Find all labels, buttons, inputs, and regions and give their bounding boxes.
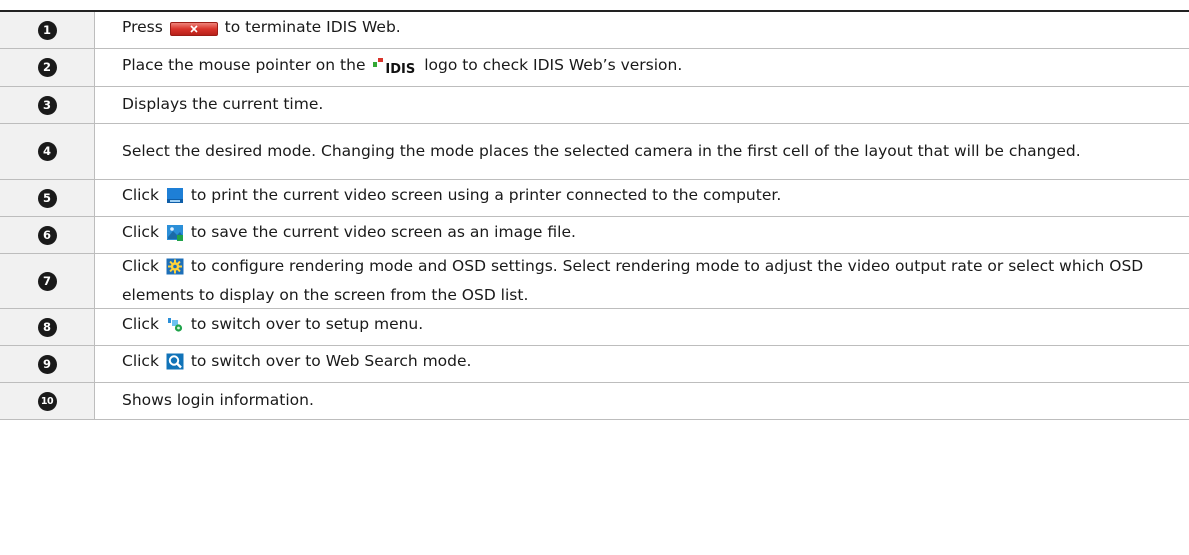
search-icon bbox=[166, 353, 184, 378]
row-number-badge: 3 bbox=[37, 95, 57, 115]
row-number-badge: 8 bbox=[37, 317, 57, 337]
settings-gear-icon bbox=[166, 258, 184, 283]
table-row: 2 Place the mouse pointer on the IDIS lo… bbox=[0, 48, 1189, 87]
row-description: Place the mouse pointer on the IDIS logo… bbox=[94, 48, 1189, 87]
row-description: Click to switch over to setup menu. bbox=[94, 308, 1189, 346]
table-row: 1 Press to terminate IDIS Web. bbox=[0, 11, 1189, 49]
row-description: Select the desired mode. Changing the mo… bbox=[94, 123, 1189, 180]
row-text-after-icon: to save the current video screen as an i… bbox=[190, 223, 576, 241]
row-text-after-icon: logo to check IDIS Web’s version. bbox=[424, 55, 683, 74]
row-number-cell: 6 bbox=[0, 216, 95, 254]
row-number-badge: 2 bbox=[37, 58, 57, 77]
row-description: Displays the current time. bbox=[94, 86, 1189, 124]
row-description: Click to save the current video screen a… bbox=[94, 216, 1189, 254]
row-number-badge: 1 bbox=[37, 20, 57, 40]
row-number-badge: 6 bbox=[37, 225, 57, 245]
row-text-before-icon: Click bbox=[122, 256, 159, 275]
table-row: 5 Click to print the current video scree… bbox=[0, 179, 1189, 217]
table-row: 7 Click to configure rendering mode and … bbox=[0, 253, 1189, 309]
row-text-after-icon: to print the current video screen using … bbox=[190, 186, 782, 204]
row-number-badge: 10 bbox=[37, 391, 57, 411]
table-row: 9 Click to switch over to Web Search mod… bbox=[0, 345, 1189, 383]
table-row: 6 Click to save the current video screen… bbox=[0, 216, 1189, 254]
row-number-badge: 7 bbox=[37, 271, 57, 291]
table-row: 10 Shows login information. bbox=[0, 382, 1189, 420]
description-table: 1 Press to terminate IDIS Web. 2 Place t… bbox=[0, 10, 1189, 420]
row-text-before-icon: Press bbox=[122, 18, 163, 37]
close-button-icon bbox=[169, 19, 218, 44]
row-number-cell: 7 bbox=[0, 253, 95, 309]
table-row: 8 Click to switch over to setup menu. bbox=[0, 308, 1189, 346]
row-number-badge: 4 bbox=[37, 142, 57, 161]
row-text-before-icon: Click bbox=[122, 186, 159, 204]
table-row: 4 Select the desired mode. Changing the … bbox=[0, 123, 1189, 180]
setup-menu-icon bbox=[166, 316, 184, 341]
row-number-cell: 4 bbox=[0, 123, 95, 180]
row-text-after-icon: to terminate IDIS Web. bbox=[224, 18, 401, 37]
row-description: Shows login information. bbox=[94, 382, 1189, 420]
table-row: 3 Displays the current time. bbox=[0, 86, 1189, 124]
row-number-cell: 3 bbox=[0, 86, 95, 124]
save-image-icon bbox=[166, 224, 184, 249]
row-number-cell: 10 bbox=[0, 382, 95, 420]
row-number-cell: 8 bbox=[0, 308, 95, 346]
print-icon bbox=[166, 187, 184, 212]
row-number-badge: 5 bbox=[37, 188, 57, 208]
row-description: Press to terminate IDIS Web. bbox=[94, 11, 1189, 49]
row-number-badge: 9 bbox=[37, 354, 57, 374]
row-text-before-icon: Click bbox=[122, 315, 159, 333]
row-number-cell: 2 bbox=[0, 48, 95, 87]
row-number-cell: 9 bbox=[0, 345, 95, 383]
row-text-before-icon: Click bbox=[122, 352, 159, 370]
row-number-cell: 5 bbox=[0, 179, 95, 217]
row-text-after-icon: to configure rendering mode and OSD sett… bbox=[122, 256, 1144, 304]
row-text-after-icon: to switch over to Web Search mode. bbox=[190, 352, 472, 370]
row-number-cell: 1 bbox=[0, 11, 95, 49]
row-text-before-icon: Click bbox=[122, 223, 159, 241]
idis-logo-text: IDIS bbox=[385, 61, 416, 77]
idis-logo: IDIS bbox=[373, 57, 415, 82]
row-description: Click to configure rendering mode and OS… bbox=[94, 253, 1189, 309]
row-description: Click to switch over to Web Search mode. bbox=[94, 345, 1189, 383]
row-text-before-icon: Place the mouse pointer on the bbox=[122, 55, 366, 74]
row-description: Click to print the current video screen … bbox=[94, 179, 1189, 217]
row-text-after-icon: to switch over to setup menu. bbox=[190, 315, 424, 333]
